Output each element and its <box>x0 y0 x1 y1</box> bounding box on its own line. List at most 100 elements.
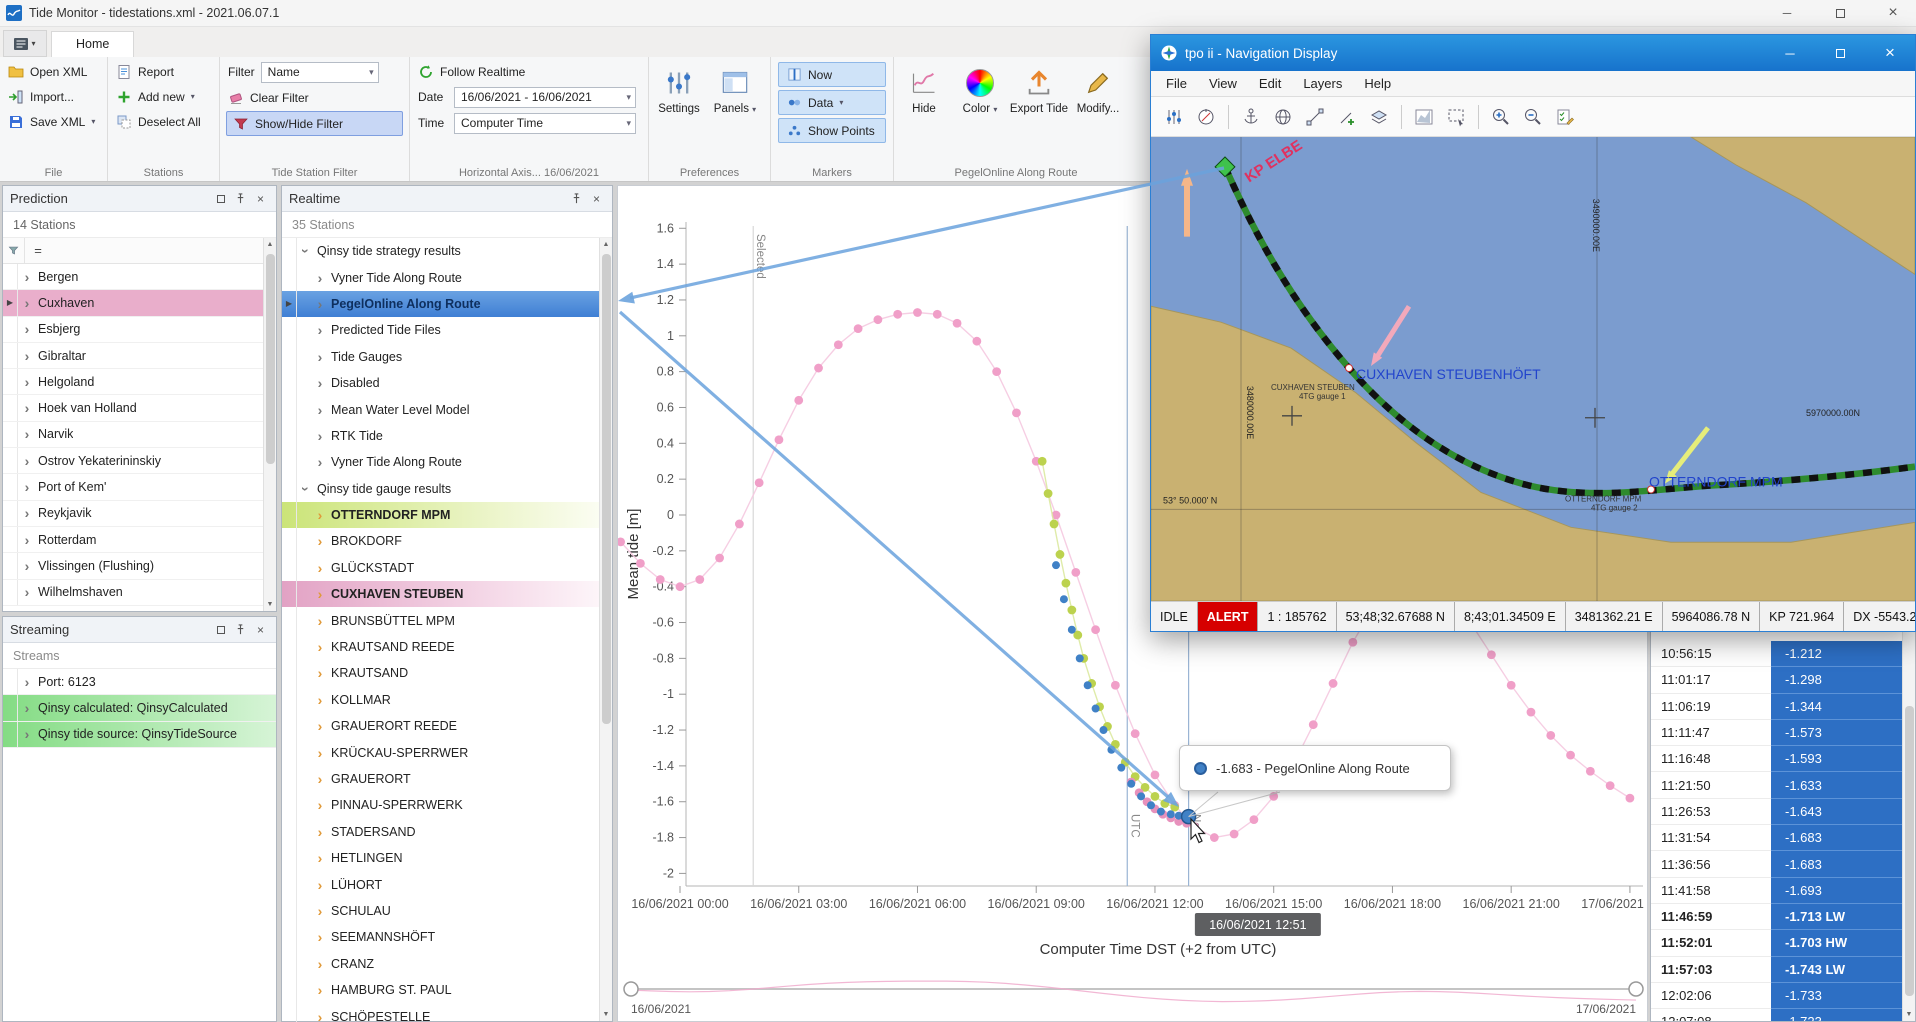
realtime-node-sch-pestelle[interactable]: ›SCHÖPESTELLE <box>282 1003 599 1022</box>
date-range-combo[interactable]: 16/06/2021 - 16/06/2021 ▾ <box>454 87 636 108</box>
profile-chart-icon[interactable] <box>1409 102 1439 132</box>
prediction-scrollbar[interactable]: ▲ ▼ <box>263 238 276 611</box>
modify-button[interactable]: Modify... <box>1070 59 1126 159</box>
prediction-station-hoek-van-holland[interactable]: ›Hoek van Holland <box>3 395 263 421</box>
stream-qinsy-calculated-qinsycalculated[interactable]: ›Qinsy calculated: QinsyCalculated <box>3 695 276 721</box>
prediction-station-wilhelmshaven[interactable]: ›Wilhelmshaven <box>3 580 263 606</box>
prediction-station-reykjavik[interactable]: ›Reykjavik <box>3 501 263 527</box>
reading-row-12-02-06[interactable]: 12:02:06-1.733 <box>1651 983 1902 1009</box>
expand-chevron-icon[interactable]: › <box>311 403 329 417</box>
realtime-node-cranz[interactable]: ›CRANZ <box>282 951 599 977</box>
prediction-station-port-of-kem[interactable]: ›Port of Kem' <box>3 474 263 500</box>
expand-chevron-icon[interactable]: › <box>311 904 329 918</box>
prediction-station-gibraltar[interactable]: ›Gibraltar <box>3 343 263 369</box>
prediction-filter-row[interactable]: = <box>3 238 276 264</box>
realtime-node-hetlingen[interactable]: ›HETLINGEN <box>282 845 599 871</box>
expand-chevron-icon[interactable]: › <box>311 719 329 733</box>
reading-row-11-46-59[interactable]: 11:46:59-1.713 LW <box>1651 904 1902 930</box>
close-button[interactable]: × <box>1870 0 1916 26</box>
expand-chevron-icon[interactable]: › <box>18 296 36 310</box>
realtime-node-grauerort-reede[interactable]: ›GRAUERORT REEDE <box>282 713 599 739</box>
prediction-station-bergen[interactable]: ›Bergen <box>3 264 263 290</box>
prediction-station-helgoland[interactable]: ›Helgoland <box>3 369 263 395</box>
reading-row-11-52-01[interactable]: 11:52:01-1.703 HW <box>1651 930 1902 956</box>
tab-home[interactable]: Home <box>51 31 134 57</box>
realtime-node-seemannsh-ft[interactable]: ›SEEMANNSHÖFT <box>282 924 599 950</box>
prediction-filter-operator[interactable]: = <box>25 243 51 258</box>
nav-menu-help[interactable]: Help <box>1353 76 1402 91</box>
realtime-node-stadersand[interactable]: ›STADERSAND <box>282 819 599 845</box>
expand-chevron-icon[interactable]: › <box>18 585 36 599</box>
realtime-node-vyner-tide-along-route[interactable]: ›Vyner Tide Along Route <box>282 449 599 475</box>
realtime-node-tide-gauges[interactable]: ›Tide Gauges <box>282 344 599 370</box>
expand-chevron-icon[interactable]: › <box>311 878 329 892</box>
add-line-icon[interactable] <box>1332 102 1362 132</box>
expand-chevron-icon[interactable]: › <box>311 640 329 654</box>
nav-map-svg[interactable]: KP ELBE CUXHAVEN STEUBENHÖFT CUXHAVEN ST… <box>1151 137 1915 601</box>
realtime-node-kollmar[interactable]: ›KOLLMAR <box>282 687 599 713</box>
expand-chevron-icon[interactable]: › <box>311 455 329 469</box>
expand-chevron-icon[interactable]: › <box>311 746 329 760</box>
open-xml-button[interactable]: Open XML <box>2 59 105 84</box>
reading-row-11-31-54[interactable]: 11:31:54-1.683 <box>1651 825 1902 851</box>
realtime-node-predicted-tide-files[interactable]: ›Predicted Tide Files <box>282 317 599 343</box>
streaming-pin-button[interactable] <box>232 621 249 638</box>
realtime-node-rtk-tide[interactable]: ›RTK Tide <box>282 423 599 449</box>
expand-chevron-icon[interactable]: › <box>311 561 329 575</box>
nav-menu-view[interactable]: View <box>1198 76 1248 91</box>
reading-row-10-56-15[interactable]: 10:56:15-1.212 <box>1651 641 1902 667</box>
expand-chevron-icon[interactable]: › <box>311 772 329 786</box>
color-button[interactable]: Color ▾ <box>952 59 1008 159</box>
expand-chevron-icon[interactable]: › <box>18 270 36 284</box>
expand-chevron-icon[interactable]: › <box>311 534 329 548</box>
prediction-close-button[interactable]: × <box>252 190 269 207</box>
realtime-node-disabled[interactable]: ›Disabled <box>282 370 599 396</box>
navwin-minimize-button[interactable]: ─ <box>1769 39 1811 67</box>
realtime-node-grauerort[interactable]: ›GRAUERORT <box>282 766 599 792</box>
show-points-toggle-button[interactable]: Show Points <box>778 118 886 143</box>
expand-chevron-icon[interactable]: › <box>311 614 329 628</box>
nav-menu-layers[interactable]: Layers <box>1292 76 1353 91</box>
streaming-close-button[interactable]: × <box>252 621 269 638</box>
reading-row-11-41-58[interactable]: 11:41:58-1.693 <box>1651 878 1902 904</box>
app-menu-button[interactable]: ▾ <box>3 30 47 57</box>
export-tide-button[interactable]: Export Tide <box>1008 59 1070 159</box>
expand-chevron-icon[interactable]: › <box>311 350 329 364</box>
expand-chevron-icon[interactable]: › <box>311 825 329 839</box>
scroll-up-icon[interactable]: ▲ <box>600 238 612 251</box>
navwin-titlebar[interactable]: tpo ii - Navigation Display ─ × <box>1151 35 1915 71</box>
prediction-station-narvik[interactable]: ›Narvik <box>3 422 263 448</box>
collapse-chevron-icon[interactable]: › <box>299 480 313 498</box>
expand-chevron-icon[interactable]: › <box>18 349 36 363</box>
reading-row-11-21-50[interactable]: 11:21:50-1.633 <box>1651 772 1902 798</box>
expand-chevron-icon[interactable]: › <box>311 693 329 707</box>
expand-chevron-icon[interactable]: › <box>311 323 329 337</box>
deselect-all-button[interactable]: Deselect All <box>110 109 217 134</box>
expand-chevron-icon[interactable]: › <box>311 851 329 865</box>
reading-row-11-36-56[interactable]: 11:36:56-1.683 <box>1651 851 1902 877</box>
realtime-node-cuxhaven-steuben[interactable]: ›CUXHAVEN STEUBEN <box>282 581 599 607</box>
realtime-node-pinnau-sperrwerk[interactable]: ›PINNAU-SPERRWERK <box>282 792 599 818</box>
expand-chevron-icon[interactable]: › <box>311 983 329 997</box>
expand-chevron-icon[interactable]: › <box>18 533 36 547</box>
readings-scroll-thumb[interactable] <box>1905 706 1914 996</box>
reading-row-11-26-53[interactable]: 11:26:53-1.643 <box>1651 799 1902 825</box>
hide-button[interactable]: Hide <box>896 59 952 159</box>
streaming-float-button[interactable] <box>212 621 229 638</box>
expand-chevron-icon[interactable]: › <box>311 376 329 390</box>
zoom-out-icon[interactable] <box>1518 102 1548 132</box>
expand-chevron-icon[interactable]: › <box>18 701 36 715</box>
panels-button[interactable]: Panels ▾ <box>707 59 763 159</box>
stream-port-6123[interactable]: ›Port: 6123 <box>3 669 276 695</box>
show-hide-filter-button[interactable]: Show/Hide Filter <box>226 111 403 136</box>
nav-menu-edit[interactable]: Edit <box>1248 76 1292 91</box>
expand-chevron-icon[interactable]: › <box>311 429 329 443</box>
realtime-node-pegelonline-along-route[interactable]: ▶›PegelOnline Along Route <box>282 291 599 317</box>
expand-chevron-icon[interactable]: › <box>18 454 36 468</box>
expand-chevron-icon[interactable]: › <box>18 675 36 689</box>
expand-chevron-icon[interactable]: › <box>18 727 36 741</box>
zoom-in-icon[interactable] <box>1486 102 1516 132</box>
settings-button[interactable]: Settings <box>651 59 707 159</box>
realtime-node-l-hort[interactable]: ›LÜHORT <box>282 871 599 897</box>
expand-chevron-icon[interactable]: › <box>311 508 329 522</box>
